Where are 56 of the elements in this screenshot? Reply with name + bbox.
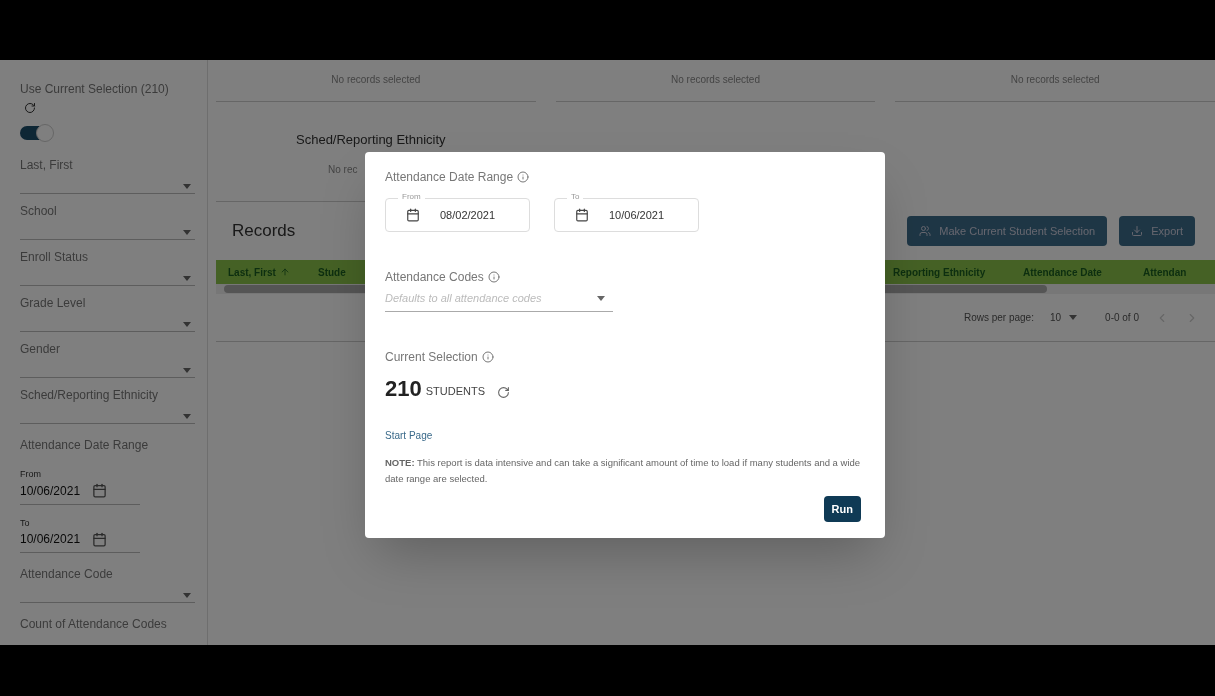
count-unit: STUDENTS (425, 384, 485, 399)
dropdown-caret-icon (183, 276, 191, 281)
dropdown-caret-icon (1069, 315, 1078, 320)
rows-per-page-label: Rows per page: (963, 311, 1034, 325)
filter-heading: Attendance Date Range (20, 438, 149, 452)
dropdown-caret-icon (183, 322, 191, 327)
empty-selection-text: No records selected (1010, 73, 1100, 87)
codes-dropdown[interactable]: Defaults to all attendance codes (385, 290, 613, 312)
filter-dropdown[interactable]: Grade Level (20, 286, 195, 332)
panel-title: Sched/Reporting Ethnicity (296, 131, 447, 149)
toolbar-button[interactable]: Make Current Student Selection (907, 216, 1108, 246)
column-header[interactable]: Stude (306, 260, 366, 284)
empty-selection-text: No records selected (331, 73, 421, 87)
column-header[interactable]: Reporting Ethnicity (881, 260, 1011, 284)
dropdown-caret-icon (183, 184, 191, 189)
column-header[interactable]: Attendance Date (1011, 260, 1131, 284)
field-label: Attendance Date Range (385, 169, 514, 186)
filter-dropdown[interactable]: Sched/Reporting Ethnicity (20, 378, 195, 424)
current-selection-label: Use Current Selection (210) (20, 81, 170, 98)
records-title: Records (232, 220, 296, 243)
field-label: Attendance Codes (385, 269, 484, 286)
refresh-icon[interactable] (24, 102, 36, 114)
info-icon[interactable] (517, 171, 530, 183)
empty-selection-text: No rec (328, 162, 358, 177)
column-header[interactable]: Last, First (216, 260, 306, 284)
people-icon (919, 225, 932, 237)
dropdown-caret-icon (183, 368, 191, 373)
page-range-text: 0-0 of 0 (1105, 311, 1139, 325)
refresh-icon[interactable] (497, 385, 510, 399)
date-field[interactable]: To 10/06/2021 (20, 508, 140, 553)
date-field[interactable]: From 10/06/2021 (20, 460, 140, 505)
info-icon[interactable] (487, 271, 500, 283)
field-label: Current Selection (385, 348, 478, 366)
filter-dropdown[interactable]: Attendance Code (20, 557, 195, 603)
download-icon (1131, 225, 1144, 237)
info-icon[interactable] (481, 350, 494, 363)
rows-per-page-select[interactable]: 10 (1049, 310, 1078, 325)
toggle-switch[interactable] (20, 126, 52, 140)
toolbar-button[interactable]: Export (1119, 216, 1195, 246)
filter-heading: Count of Attendance Codes (20, 617, 167, 631)
dropdown-caret-icon (183, 230, 191, 235)
calendar-icon[interactable] (406, 208, 420, 222)
dropdown-caret-icon (183, 414, 191, 419)
run-button[interactable]: Run (823, 496, 861, 522)
filter-dropdown[interactable]: Enroll Status (20, 240, 195, 286)
calendar-icon[interactable] (575, 208, 589, 222)
start-page-link[interactable]: Start Page (385, 427, 433, 443)
filter-dropdown[interactable]: School (20, 194, 195, 240)
student-count: 210 (385, 377, 422, 400)
note-text: NOTE: This report is data intensive and can take a significant amount of time to load if many students and a wide date range are selected. (385, 455, 862, 486)
column-header[interactable]: Attendan (1131, 260, 1215, 284)
sort-arrow-icon (279, 267, 290, 277)
empty-selection-text: No records selected (671, 73, 760, 87)
filter-dropdown[interactable]: Last, First (20, 148, 195, 194)
filter-dropdown[interactable]: Gender (20, 332, 195, 378)
dropdown-caret-icon (183, 593, 191, 598)
